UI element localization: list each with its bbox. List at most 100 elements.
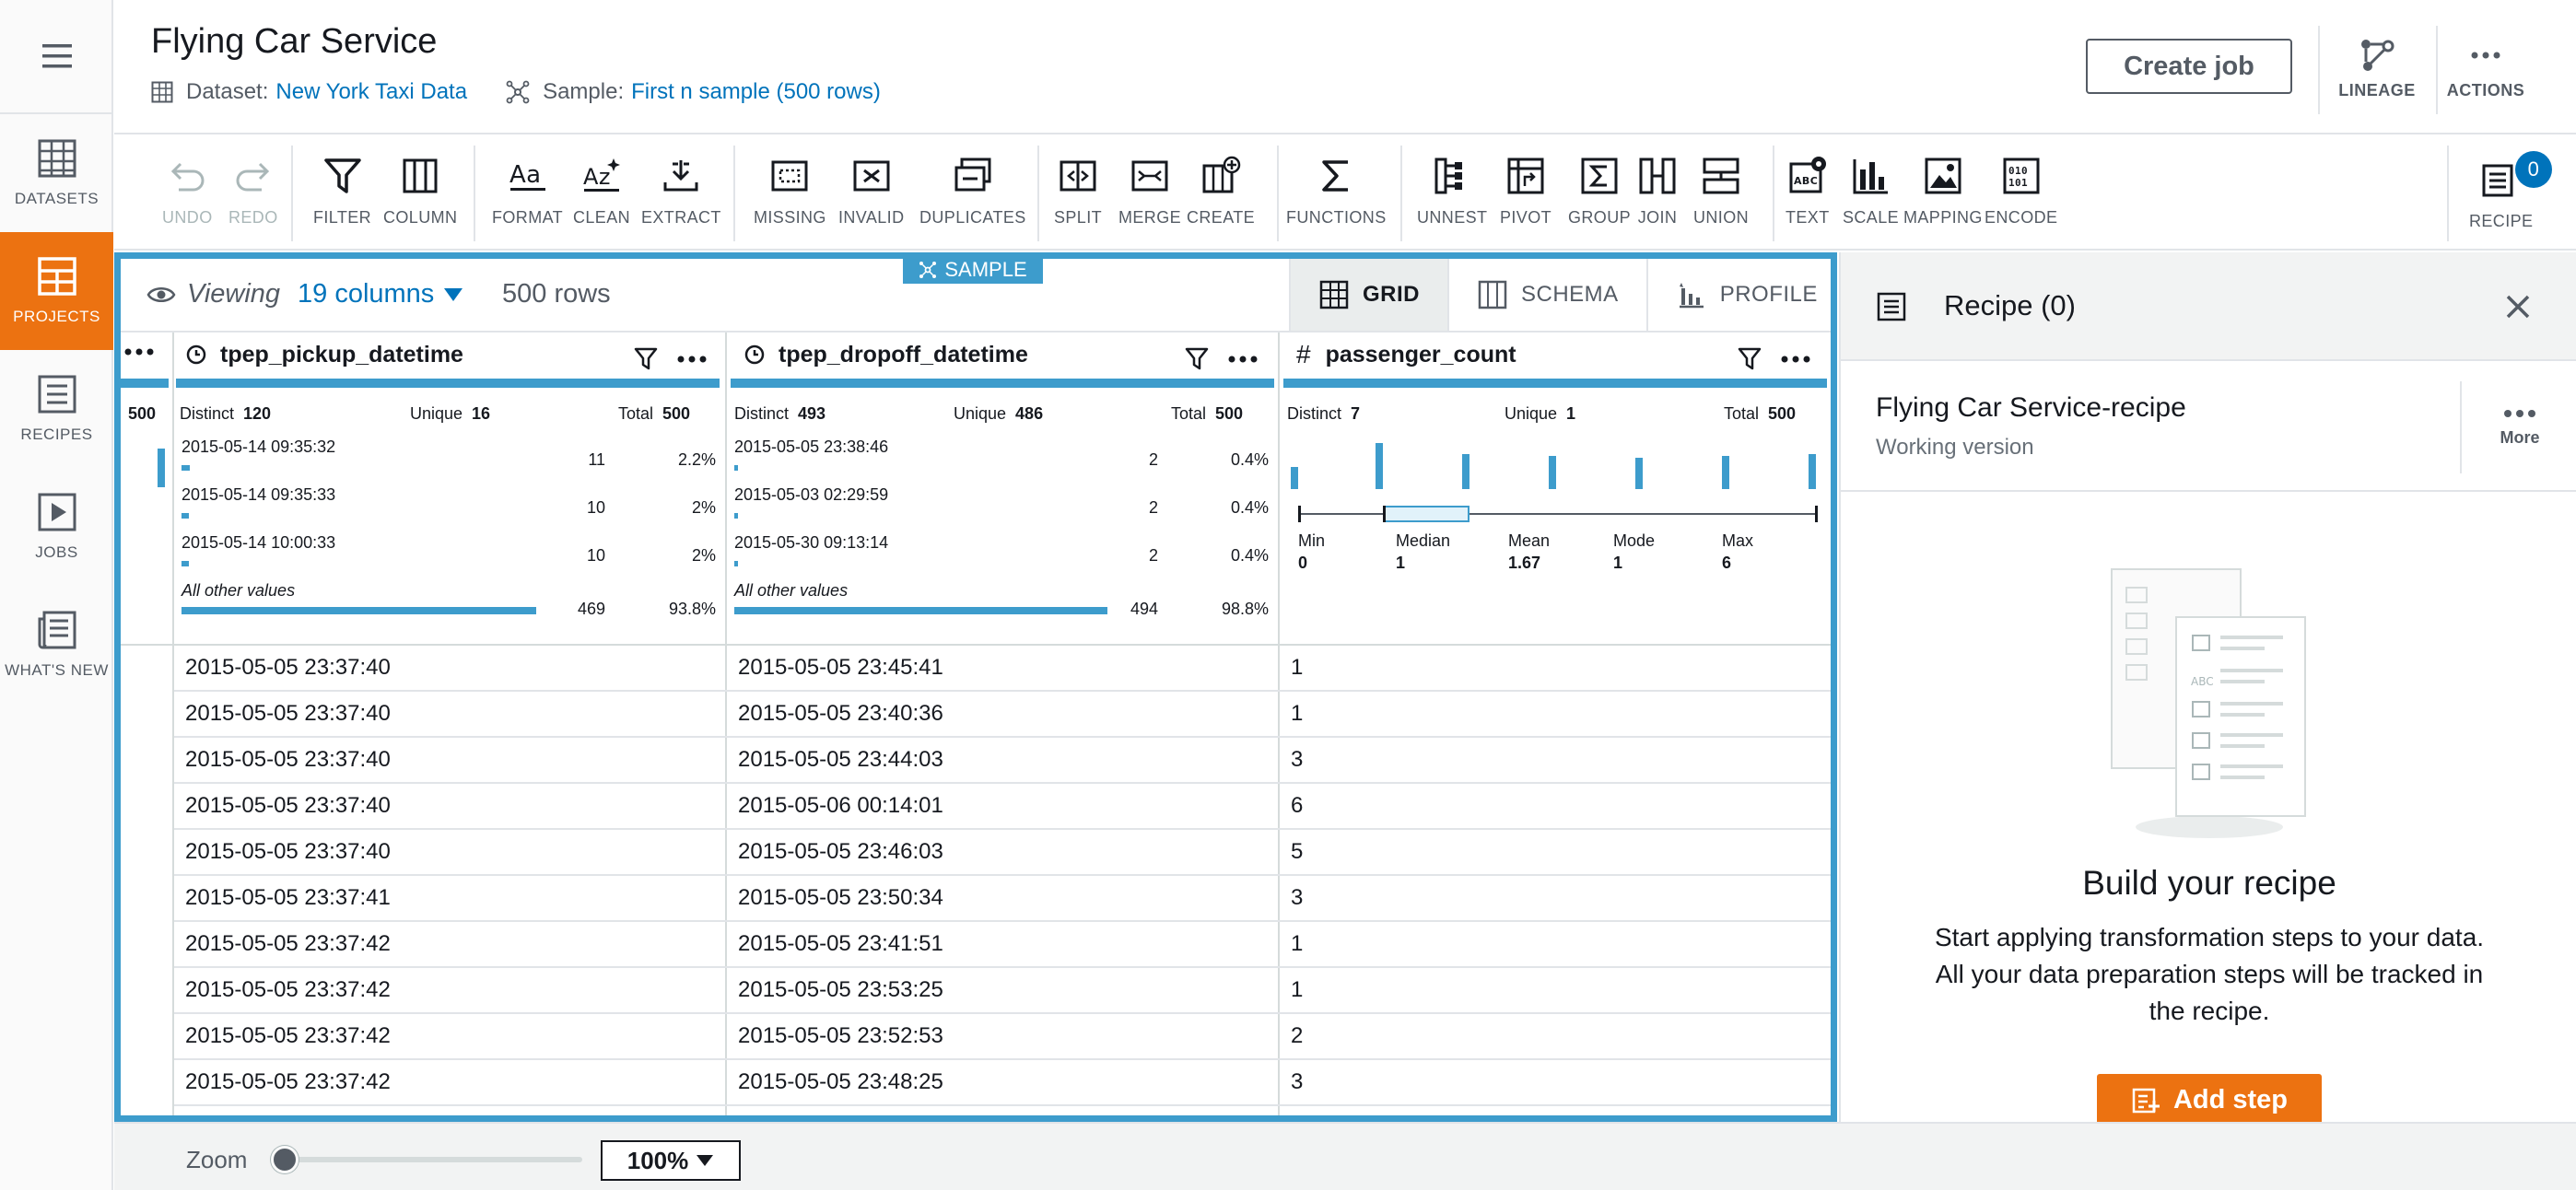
extract-button[interactable]: EXTRACT <box>641 155 721 228</box>
table-cell[interactable]: 2015-05-05 23:46:03 <box>738 839 943 865</box>
functions-button[interactable]: FUNCTIONS <box>1286 155 1387 228</box>
lineage-button[interactable]: LINEAGE <box>2322 37 2432 100</box>
merge-button[interactable]: MERGE <box>1118 155 1181 228</box>
clean-button[interactable]: Az CLEAN <box>573 155 630 228</box>
table-cell[interactable]: 2015-05-05 23:37:42 <box>185 931 391 957</box>
table-cell[interactable]: 2015-05-05 23:37:42 <box>185 1069 391 1095</box>
filter-icon[interactable] <box>1737 345 1762 371</box>
tab-schema[interactable]: SCHEMA <box>1447 259 1646 331</box>
table-icon <box>151 81 173 103</box>
recipe-count-badge: 0 <box>2515 151 2552 188</box>
column-menu-icon[interactable] <box>1224 355 1261 364</box>
recipe-label: RECIPE <box>2469 212 2534 230</box>
tab-profile[interactable]: PROFILE <box>1645 259 1831 331</box>
nav-item-whats-new[interactable]: WHAT'S NEW <box>0 586 113 704</box>
unnest-button[interactable]: UNNEST <box>1417 155 1487 228</box>
column-menu-icon[interactable] <box>673 355 710 364</box>
close-icon[interactable] <box>2504 293 2532 321</box>
table-cell[interactable]: 2015-05-05 23:53:25 <box>738 977 943 1003</box>
nav-item-datasets[interactable]: DATASETS <box>0 114 113 232</box>
box-plot <box>1298 506 1818 522</box>
table-cell[interactable]: 1 <box>1291 931 1303 957</box>
table-cell[interactable]: 1 <box>1291 701 1303 727</box>
table-cell[interactable]: 2015-05-05 23:40:36 <box>738 701 943 727</box>
table-cell[interactable]: 6 <box>1291 793 1303 819</box>
table-cell[interactable]: 2015-05-05 23:44:03 <box>738 747 943 773</box>
table-cell[interactable]: 2015-05-05 23:37:42 <box>185 977 391 1003</box>
recipe-more-button[interactable]: More <box>2460 381 2576 473</box>
create-job-button[interactable]: Create job <box>2086 39 2292 94</box>
column-button[interactable]: COLUMN <box>383 155 457 228</box>
table-cell[interactable]: 2015-05-05 23:48:25 <box>738 1069 943 1095</box>
table-cell[interactable]: 3 <box>1291 1069 1303 1095</box>
table-cell[interactable]: 1 <box>1291 655 1303 681</box>
stat-value: 1 <box>1566 404 1576 423</box>
text-button[interactable]: ABC TEXT <box>1786 155 1830 228</box>
top-value-count: 10 <box>586 546 605 565</box>
whats-new-icon <box>38 611 76 649</box>
undo-button[interactable]: UNDO <box>162 155 213 228</box>
nav-item-jobs[interactable]: JOBS <box>0 468 113 586</box>
group-button[interactable]: GROUP <box>1568 155 1631 228</box>
table-cell[interactable]: 2015-05-05 23:37:40 <box>185 793 391 819</box>
column-header-passenger-count[interactable]: # passenger_count <box>1296 336 1812 373</box>
table-cell[interactable]: 2015-05-06 00:14:01 <box>738 793 943 819</box>
invalid-icon <box>853 160 890 192</box>
top-value-label: 2015-05-05 23:38:46 <box>734 438 889 456</box>
nav-item-recipes[interactable]: RECIPES <box>0 350 113 468</box>
split-button[interactable]: SPLIT <box>1054 155 1102 228</box>
actions-button[interactable]: ACTIONS <box>2430 37 2541 100</box>
column-menu-icon[interactable] <box>121 347 158 356</box>
tab-grid[interactable]: GRID <box>1289 259 1447 331</box>
dataset-link[interactable]: New York Taxi Data <box>275 79 467 105</box>
column-menu-icon[interactable] <box>1777 355 1814 364</box>
create-button[interactable]: CREATE <box>1187 155 1255 228</box>
table-cell[interactable]: 2015-05-05 23:52:53 <box>738 1023 943 1049</box>
table-cell[interactable]: 2015-05-05 23:37:40 <box>185 747 391 773</box>
top-value-count: 2 <box>1148 546 1158 565</box>
filter-icon[interactable] <box>633 345 659 371</box>
hamburger-menu-button[interactable] <box>0 0 113 114</box>
filter-icon[interactable] <box>1184 345 1210 371</box>
recipe-panel-header: Recipe (0) <box>1841 252 2576 361</box>
columns-dropdown[interactable]: 19 columns <box>298 279 463 309</box>
invalid-button[interactable]: INVALID <box>838 155 905 228</box>
filter-button[interactable]: FILTER <box>313 155 371 228</box>
table-cell[interactable]: 2015-05-05 23:37:41 <box>185 885 391 911</box>
table-cell[interactable]: 2015-05-05 23:50:34 <box>738 885 943 911</box>
recipe-item[interactable]: Flying Car Service-recipe Working versio… <box>1841 363 2576 492</box>
table-cell[interactable]: 5 <box>1291 839 1303 865</box>
add-step-button[interactable]: Add step <box>2097 1074 2322 1126</box>
pivot-button[interactable]: PIVOT <box>1500 155 1551 228</box>
scale-label: SCALE <box>1843 208 1900 227</box>
table-cell[interactable]: 2015-05-05 23:37:40 <box>185 655 391 681</box>
table-cell[interactable]: 2015-05-05 23:37:40 <box>185 839 391 865</box>
numeric-type-icon: # <box>1296 340 1311 368</box>
table-cell[interactable]: 2015-05-05 23:37:42 <box>185 1023 391 1049</box>
mapping-button[interactable]: MAPPING <box>1903 155 1983 228</box>
table-cell[interactable]: 2015-05-05 23:41:51 <box>738 931 943 957</box>
column-quality-bar <box>731 379 1274 388</box>
redo-button[interactable]: REDO <box>228 155 278 228</box>
join-button[interactable]: JOIN <box>1636 155 1679 228</box>
table-cell[interactable]: 2 <box>1291 1023 1303 1049</box>
union-button[interactable]: UNION <box>1693 155 1749 228</box>
duplicates-button[interactable]: DUPLICATES <box>919 155 1026 228</box>
zoom-slider-handle[interactable] <box>271 1146 299 1173</box>
scale-button[interactable]: SCALE <box>1843 155 1899 228</box>
zoom-select[interactable]: 100% <box>601 1140 741 1181</box>
format-button[interactable]: Aa FORMAT <box>492 155 563 228</box>
sample-link[interactable]: First n sample (500 rows) <box>631 79 881 105</box>
missing-button[interactable]: MISSING <box>754 155 826 228</box>
tab-label: GRID <box>1363 282 1420 307</box>
nav-item-projects[interactable]: PROJECTS <box>0 232 113 350</box>
zoom-slider-track[interactable] <box>275 1157 582 1162</box>
recipe-toggle-button[interactable]: RECIPE 0 <box>2469 151 2552 231</box>
encode-button[interactable]: 010 101 ENCODE <box>1985 155 2057 228</box>
table-cell[interactable]: 2015-05-05 23:37:40 <box>185 701 391 727</box>
table-cell[interactable]: 3 <box>1291 747 1303 773</box>
column-label: COLUMN <box>383 208 458 227</box>
table-cell[interactable]: 1 <box>1291 977 1303 1003</box>
table-cell[interactable]: 3 <box>1291 885 1303 911</box>
table-cell[interactable]: 2015-05-05 23:45:41 <box>738 655 943 681</box>
